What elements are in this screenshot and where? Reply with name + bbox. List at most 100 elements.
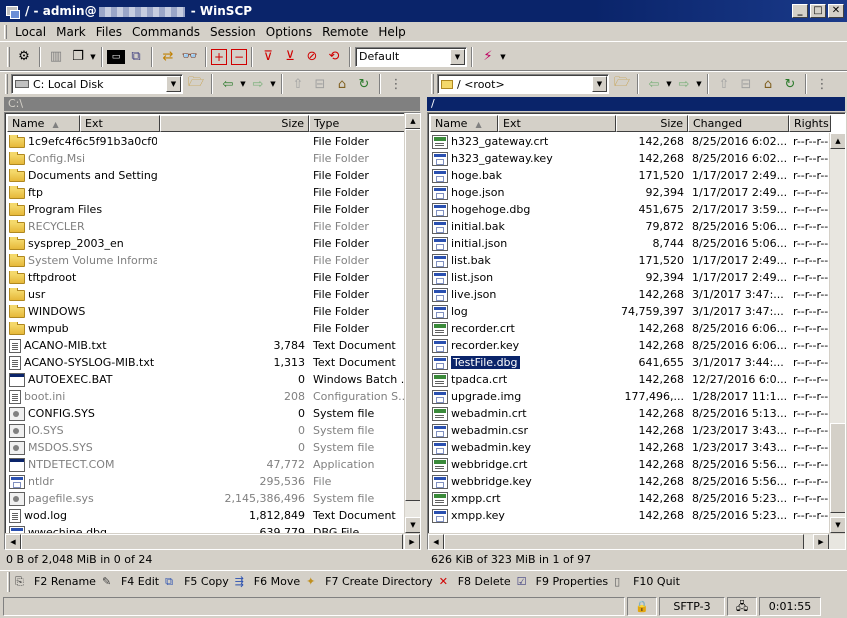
preferences-gear-icon[interactable]: ⚙ (13, 46, 35, 68)
delete-button[interactable]: ✕ F8 Delete (437, 575, 515, 589)
remote-scroll-down-button[interactable]: ▼ (830, 517, 845, 533)
open-folder-icon[interactable]: 🗁 (185, 73, 207, 95)
remote-parent-dir-icon[interactable]: ⇧ (713, 73, 735, 95)
remote-forward-dropdown[interactable]: ▼ (695, 80, 703, 88)
remote-file-row[interactable]: recorder.key 142,268 8/25/2016 6:06... r--r… (430, 337, 829, 354)
refresh-filter-icon[interactable]: ⟲ (323, 46, 345, 68)
local-file-row[interactable]: MSDOS.SYS 0 System file (7, 439, 406, 456)
create-directory-button[interactable]: ✦ F7 Create Directory (304, 575, 437, 589)
local-file-row[interactable]: usr File Folder (7, 286, 406, 303)
remote-file-row[interactable]: initial.json 8,744 8/25/2016 5:06... r--r--… (430, 235, 829, 252)
local-file-row[interactable]: sysprep_2003_en File Folder (7, 235, 406, 252)
local-tree-icon[interactable]: ⋮ (385, 73, 407, 95)
local-horizontal-scrollbar[interactable]: ◀ ▶ (5, 533, 420, 549)
local-file-row[interactable]: System Volume Informa... File Folder (7, 252, 406, 269)
local-vertical-scrollbar[interactable]: ▲ ▼ (404, 113, 420, 533)
find-files-binoculars-icon[interactable]: 👓 (179, 46, 201, 68)
remote-col-rights[interactable]: Rights (789, 115, 831, 132)
local-file-row[interactable]: Program Files File Folder (7, 201, 406, 218)
local-root-dir-icon[interactable]: ⊟ (309, 73, 331, 95)
no-filter-icon[interactable]: ⊘ (301, 46, 323, 68)
local-scroll-down-button[interactable]: ▼ (405, 517, 420, 533)
local-file-row[interactable]: ntldr 295,536 File (7, 473, 406, 490)
remote-path-arrow[interactable]: ▼ (592, 76, 607, 92)
move-button[interactable]: ⇶ F6 Move (233, 575, 304, 589)
putty-icon[interactable]: ⧉ (125, 46, 147, 68)
local-drive-combo[interactable]: C: Local Disk ▼ (11, 74, 183, 94)
remote-file-row[interactable]: webadmin.crt 142,268 8/25/2016 5:13... r--r… (430, 405, 829, 422)
menu-options[interactable]: Options (262, 25, 318, 39)
remote-refresh-icon[interactable]: ↻ (779, 73, 801, 95)
local-file-row[interactable]: ACANO-MIB.txt 3,784 Text Document (7, 337, 406, 354)
sort-filter-icon[interactable]: ⊻ (279, 46, 301, 68)
remote-file-row[interactable]: webadmin.key 142,268 1/23/2017 3:43... r--r… (430, 439, 829, 456)
menu-local[interactable]: Local (11, 25, 52, 39)
session-combo[interactable]: Default ▼ (355, 46, 467, 67)
menu-files[interactable]: Files (92, 25, 128, 39)
remote-file-row-selected[interactable]: TestFile.dbg 641,655 3/1/2017 3:44:... r--r… (430, 354, 829, 371)
local-file-row[interactable]: WINDOWS File Folder (7, 303, 406, 320)
local-forward-arrow-icon[interactable]: ⇨ (247, 73, 269, 95)
local-file-panel[interactable]: Name ▲ Ext Size Type 1c9efc4f6c5f91b3a0cf… (4, 112, 421, 550)
queue-icon[interactable]: ▥ (45, 46, 67, 68)
remote-path-combo[interactable]: / <root> ▼ (437, 74, 609, 94)
remote-file-row[interactable]: webbridge.key 142,268 8/25/2016 5:56... r--… (430, 473, 829, 490)
rename-button[interactable]: ⎘ F2 Rename (13, 575, 100, 589)
remote-col-ext[interactable]: Ext (498, 115, 616, 132)
local-file-row[interactable]: NTDETECT.COM 47,772 Application (7, 456, 406, 473)
remote-hscroll-thumb[interactable] (444, 534, 804, 549)
local-file-row[interactable]: CONFIG.SYS 0 System file (7, 405, 406, 422)
remote-file-row[interactable]: xmpp.crt 142,268 8/25/2016 5:23... r--r--r-… (430, 490, 829, 507)
local-file-row[interactable]: wod.log 1,812,849 Text Document (7, 507, 406, 524)
local-col-type[interactable]: Type (309, 115, 406, 132)
local-file-row[interactable]: 1c9efc4f6c5f91b3a0cf0... File Folder (7, 133, 406, 150)
local-file-row[interactable]: Documents and Settings File Folder (7, 167, 406, 184)
synchronize-icon[interactable]: ⇄ (157, 46, 179, 68)
remote-col-changed[interactable]: Changed (688, 115, 789, 132)
local-file-row[interactable]: ACANO-SYSLOG-MIB.txt 1,313 Text Document (7, 354, 406, 371)
local-file-row[interactable]: ftp File Folder (7, 184, 406, 201)
copy-button[interactable]: ⧉ F5 Copy (163, 575, 233, 589)
new-session-dropdown[interactable]: ▼ (499, 53, 507, 61)
local-scroll-up-button[interactable]: ▲ (405, 113, 420, 129)
console-icon[interactable]: ▭ (107, 49, 125, 64)
local-forward-dropdown[interactable]: ▼ (269, 80, 277, 88)
remote-scroll-right-button[interactable]: ▶ (813, 534, 829, 549)
remote-col-size[interactable]: Size (616, 115, 688, 132)
remote-vertical-scrollbar[interactable]: ▲ ▼ (829, 133, 845, 533)
remote-root-dir-icon[interactable]: ⊟ (735, 73, 757, 95)
remote-file-row[interactable]: list.json 92,394 1/17/2017 2:49... r--r--r-… (430, 269, 829, 286)
edit-button[interactable]: ✎ F4 Edit (100, 575, 163, 589)
properties-button[interactable]: ☑ F9 Properties (515, 575, 612, 589)
new-session-icon[interactable]: ⚡ (477, 46, 499, 68)
filter-icon[interactable]: ⊽ (257, 46, 279, 68)
local-file-row[interactable]: pagefile.sys 2,145,386,496 System file (7, 490, 406, 507)
local-file-row[interactable]: IO.SYS 0 System file (7, 422, 406, 439)
menu-remote[interactable]: Remote (318, 25, 374, 39)
remote-file-row[interactable]: hogehoge.dbg 451,675 2/17/2017 3:59... r--r… (430, 201, 829, 218)
transfer-settings-icon[interactable]: ❐ (67, 46, 89, 68)
remote-back-arrow-icon[interactable]: ⇦ (643, 73, 665, 95)
maximize-button[interactable]: □ (810, 4, 826, 18)
local-col-ext[interactable]: Ext (80, 115, 160, 132)
remote-file-panel[interactable]: Name ▲ Ext Size Changed Rights h323_gatew… (427, 112, 846, 550)
remote-col-name[interactable]: Name ▲ (430, 115, 498, 132)
local-drive-arrow[interactable]: ▼ (166, 76, 181, 92)
unselect-files-minus-icon[interactable]: − (231, 48, 247, 65)
remote-file-row[interactable]: tpadca.crt 142,268 12/27/2016 6:0... r--r--… (430, 371, 829, 388)
remote-file-row[interactable]: xmpp.key 142,268 8/25/2016 5:23... r--r--r-… (430, 507, 829, 524)
remote-file-row[interactable]: live.json 142,268 3/1/2017 3:47:... r--r--r… (430, 286, 829, 303)
remote-file-row[interactable]: webadmin.csr 142,268 1/23/2017 3:43... r--r… (430, 422, 829, 439)
remote-file-row[interactable]: h323_gateway.key 142,268 8/25/2016 6:02...… (430, 150, 829, 167)
local-home-icon[interactable]: ⌂ (331, 73, 353, 95)
remote-horizontal-scrollbar[interactable]: ◀ ▶ (428, 533, 845, 549)
local-col-size[interactable]: Size (160, 115, 309, 132)
transfer-settings-dropdown[interactable]: ▼ (89, 53, 97, 61)
session-combo-arrow[interactable]: ▼ (450, 48, 465, 65)
remote-forward-arrow-icon[interactable]: ⇨ (673, 73, 695, 95)
local-back-arrow-icon[interactable]: ⇦ (217, 73, 239, 95)
local-refresh-icon[interactable]: ↻ (353, 73, 375, 95)
menu-session[interactable]: Session (206, 25, 262, 39)
menu-mark[interactable]: Mark (52, 25, 92, 39)
remote-back-dropdown[interactable]: ▼ (665, 80, 673, 88)
